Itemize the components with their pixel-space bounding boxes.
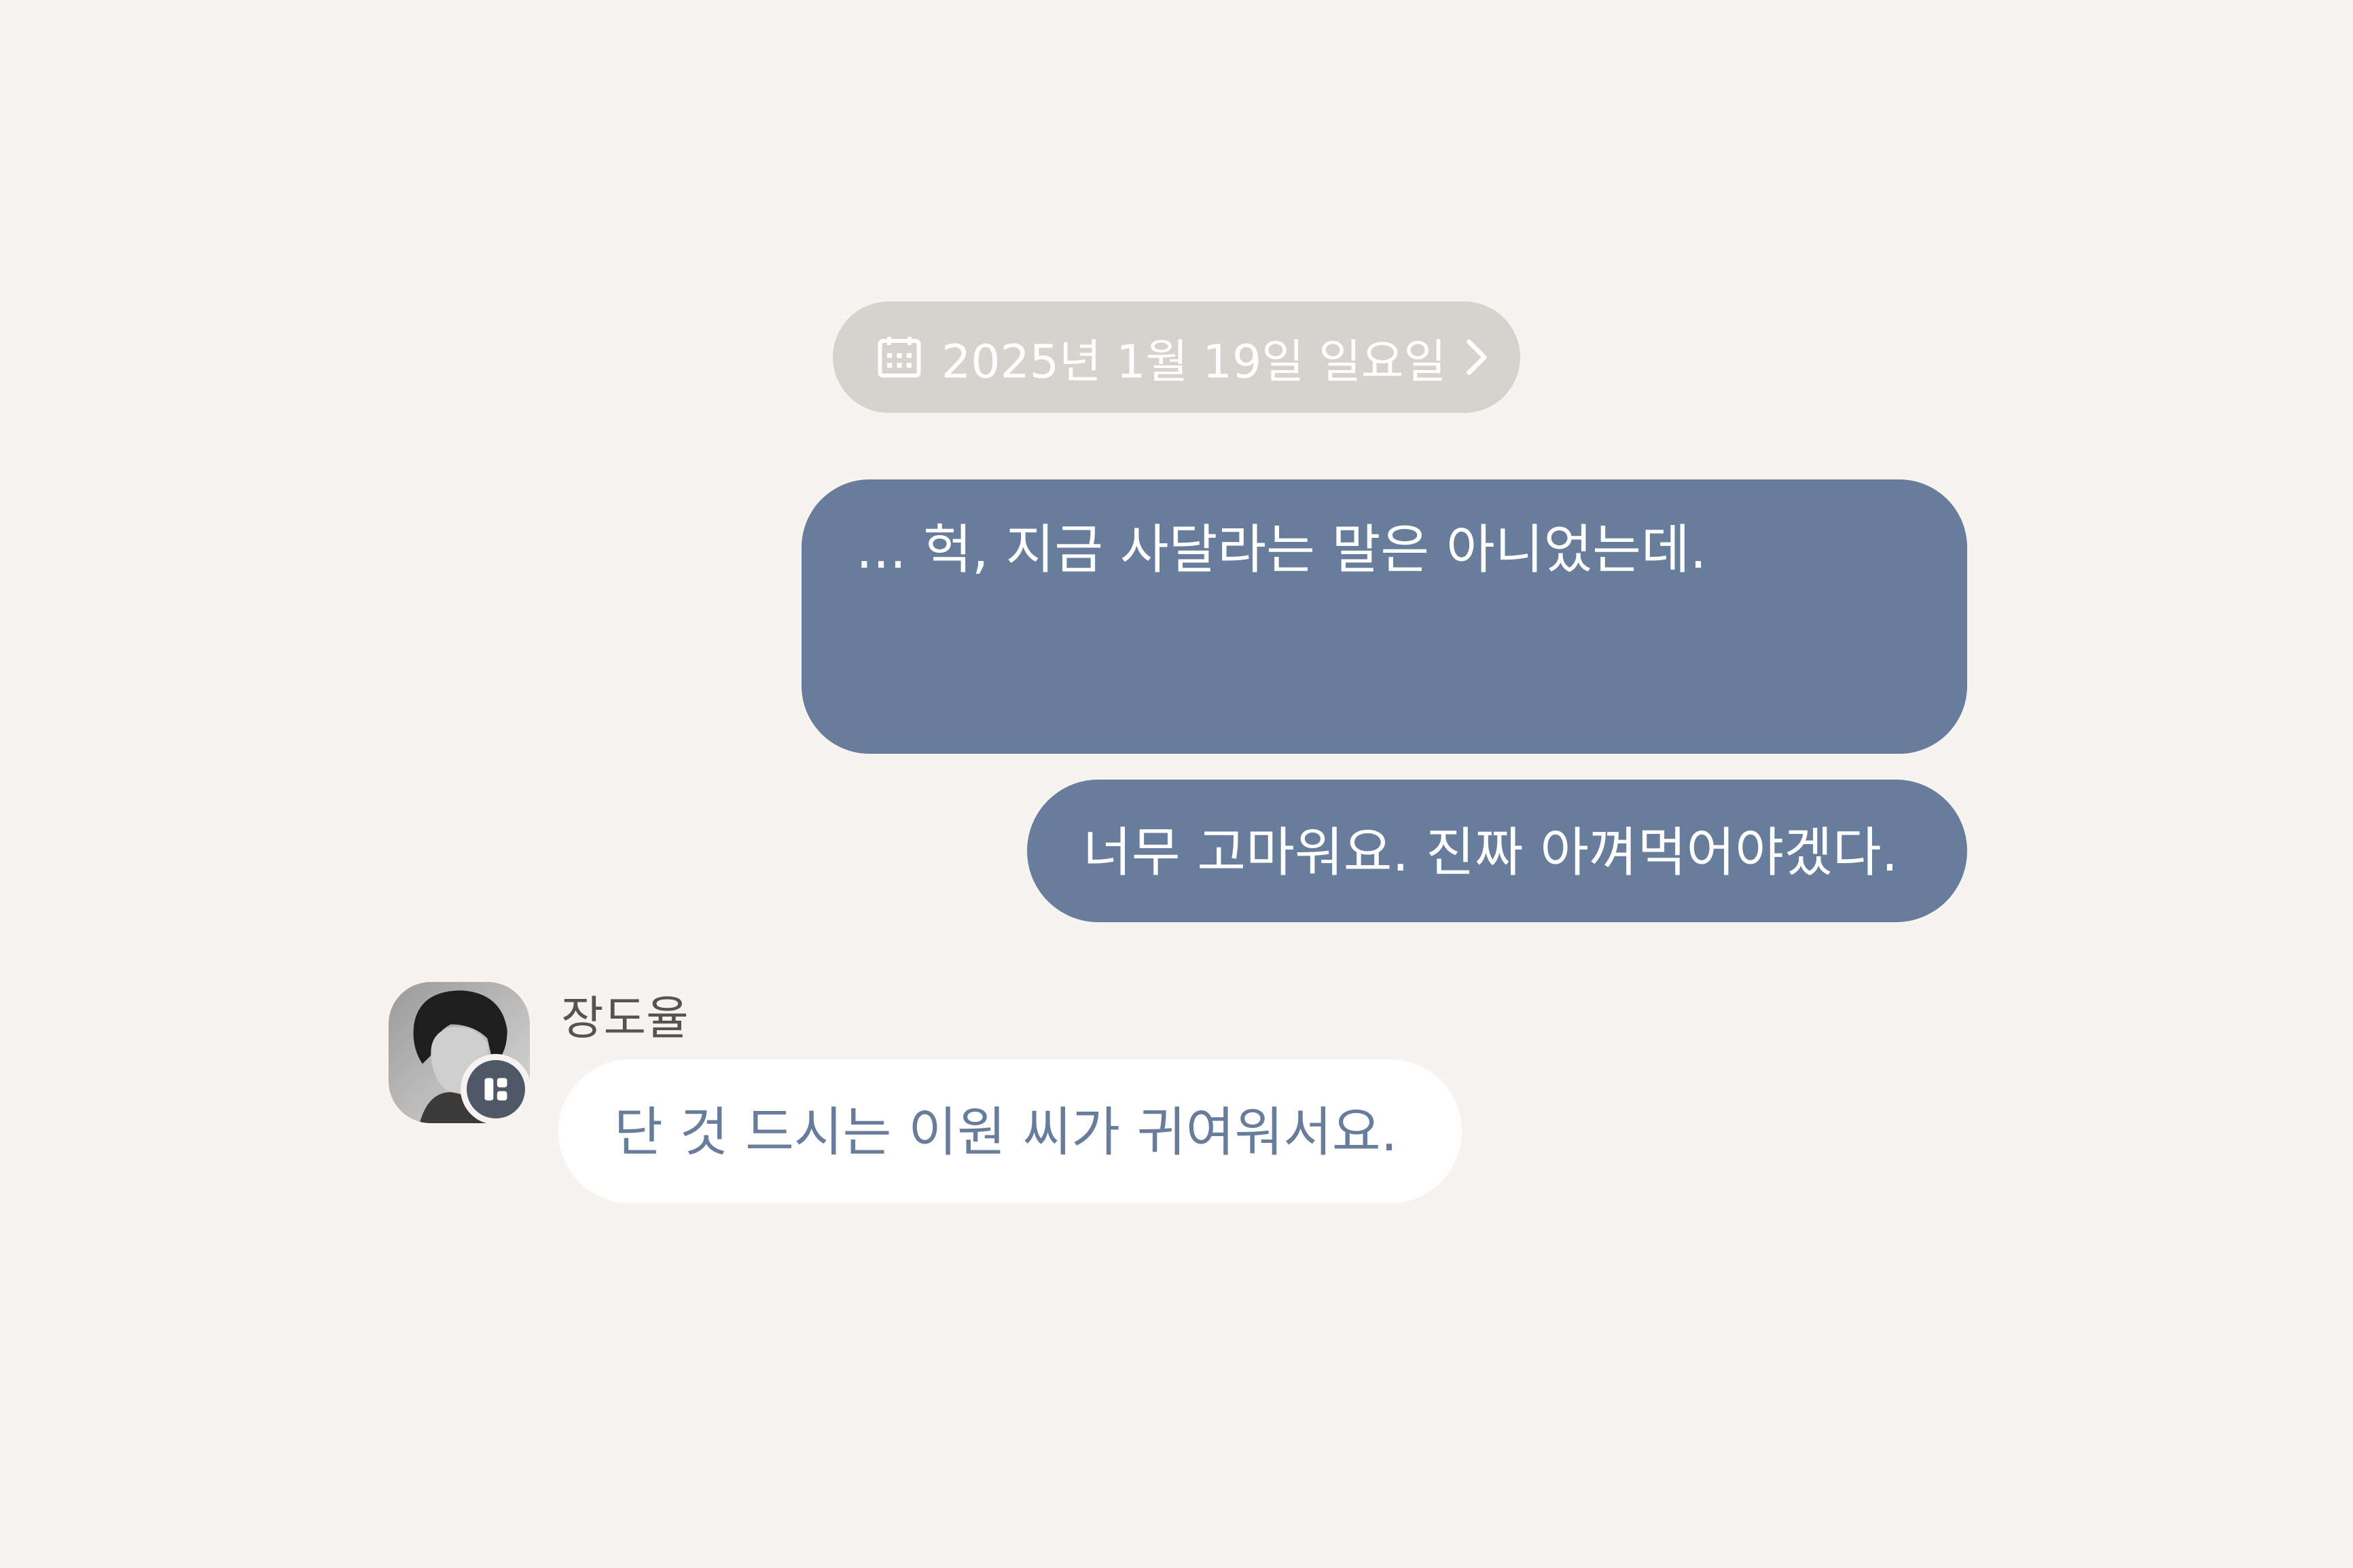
- message-text: 단 것 드시는 이원 씨가 귀여워서요.: [614, 1102, 1398, 1163]
- sender-name: 장도율: [561, 992, 689, 1046]
- chevron-right-icon: [1467, 339, 1487, 376]
- date-label: 2025년 1월 19일 일요일: [941, 335, 1447, 389]
- their-message-bubble[interactable]: 단 것 드시는 이원 씨가 귀여워서요.: [558, 1059, 1462, 1203]
- message-text: ... 헉, 지금 사달라는 말은 아니었는데.: [856, 519, 1707, 581]
- my-message-bubble[interactable]: 너무 고마워요. 진짜 아껴먹어야겠다.: [1027, 780, 1967, 922]
- badge: [461, 1054, 531, 1125]
- character-badge-icon: [484, 1078, 507, 1101]
- calendar-icon: [878, 337, 921, 378]
- message-text: 너무 고마워요. 진짜 아껴먹어야겠다.: [1083, 822, 1899, 883]
- date-divider[interactable]: 2025년 1월 19일 일요일: [833, 302, 1520, 413]
- my-message-bubble[interactable]: ... 헉, 지금 사달라는 말은 아니었는데.: [802, 479, 1967, 754]
- avatar[interactable]: [389, 982, 531, 1125]
